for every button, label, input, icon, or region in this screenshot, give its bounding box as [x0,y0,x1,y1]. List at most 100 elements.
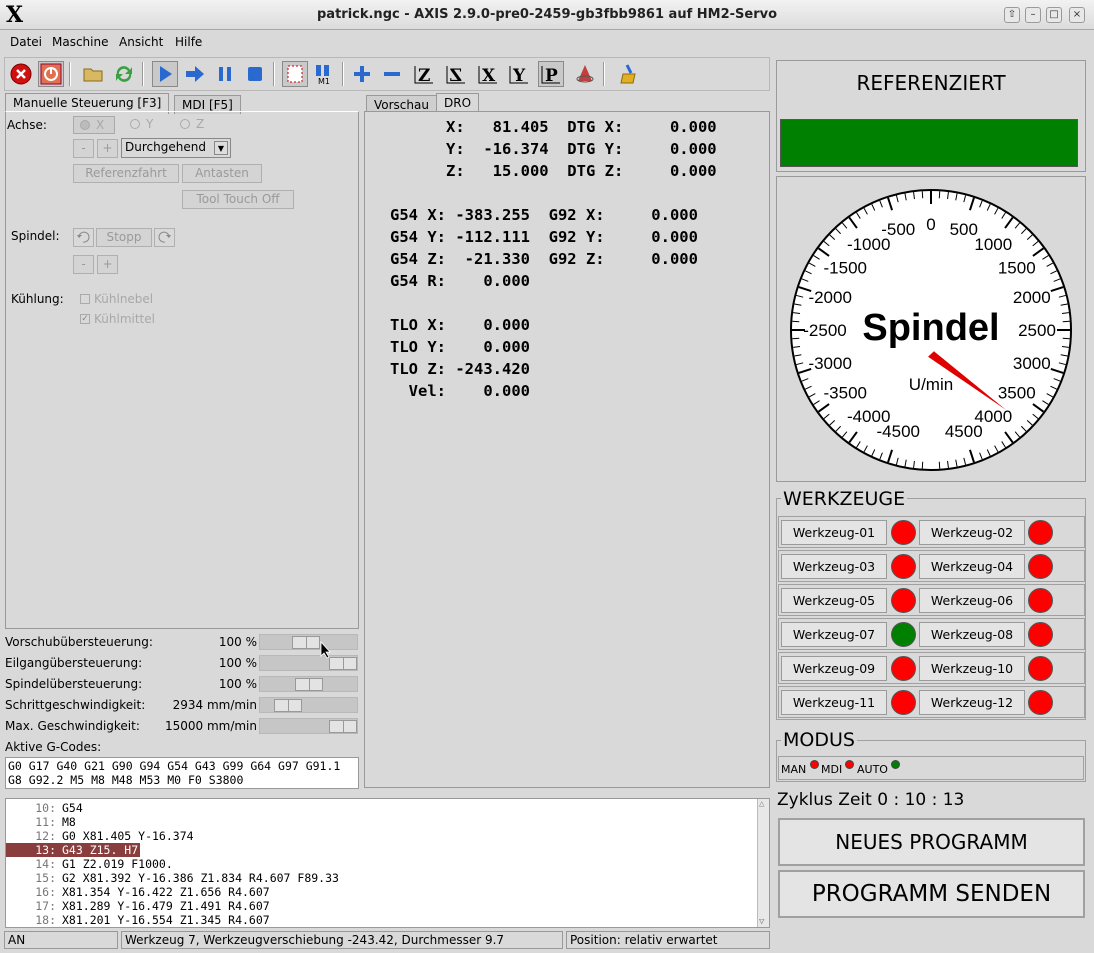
spindle-cw-icon[interactable] [154,228,175,247]
estop-icon[interactable] [8,61,34,87]
tool-button[interactable]: Werkzeug-08 [919,622,1025,647]
tool-button[interactable]: Werkzeug-01 [781,520,887,545]
modus-auto-label: AUTO [857,763,888,776]
view-z2-icon[interactable]: Z [443,61,469,87]
tool-row: Werkzeug-11 Werkzeug-12 [778,686,1085,718]
block-delete-icon[interactable] [282,61,308,87]
rotate-view-icon[interactable] [572,61,598,87]
tool-button[interactable]: Werkzeug-11 [781,690,887,715]
step-icon[interactable] [182,61,208,87]
view-x-icon[interactable]: X [475,61,501,87]
slider-thumb[interactable] [329,657,357,670]
spindle-ccw-icon[interactable] [73,228,94,247]
send-program-button[interactable]: PROGRAMM SENDEN [778,870,1085,918]
menu-maschine[interactable]: Maschine [52,35,108,49]
gauge-tick-label: 3000 [1013,354,1051,373]
menu-datei[interactable]: Datei [10,35,42,49]
close-window-icon[interactable]: × [1069,7,1085,23]
tool-button[interactable]: Werkzeug-03 [781,554,887,579]
zoom-out-icon[interactable] [379,61,405,87]
axis-z-radio[interactable]: Z [179,116,219,134]
tool-status-led [891,554,916,579]
menu-hilfe[interactable]: Hilfe [175,35,202,49]
new-program-button[interactable]: NEUES PROGRAMM [778,818,1085,866]
tool-button[interactable]: Werkzeug-06 [919,588,1025,613]
override-slider[interactable] [259,718,358,734]
scrollbar[interactable]: △ ▽ [757,799,769,927]
code-line[interactable]: 11: M8 [6,815,746,829]
maximize-icon[interactable]: □ [1046,7,1062,23]
shade-icon[interactable]: ⇧ [1004,7,1020,23]
view-p-icon[interactable]: P [538,61,564,87]
line-text: G43 Z15. H7 [62,843,139,857]
axis-x-radio[interactable]: X [73,116,115,134]
homed-indicator [780,119,1078,167]
pause-icon[interactable] [212,61,238,87]
view-z-icon[interactable]: Z [411,61,437,87]
tool-button[interactable]: Werkzeug-10 [919,656,1025,681]
minimize-icon[interactable]: – [1025,7,1041,23]
stop-icon[interactable] [242,61,268,87]
view-y-icon[interactable]: Y [506,61,532,87]
slider-thumb[interactable] [274,699,302,712]
chevron-down-icon: ▼ [214,141,228,155]
code-line[interactable]: 17: X81.289 Y-16.479 Z1.491 R4.607 [6,899,746,913]
override-label: Eilgangübersteuerung: [5,656,143,670]
scroll-down-icon[interactable]: ▽ [759,917,764,927]
svg-text:X: X [482,66,496,85]
flood-checkbox[interactable]: ✓ Kühlmittel [80,312,170,328]
dro-row: TLO Z: -243.420 [390,360,530,378]
clear-backplot-icon[interactable] [615,61,641,87]
code-line[interactable]: 18: X81.201 Y-16.554 Z1.345 R4.607 [6,913,746,927]
code-line[interactable]: 13: G43 Z15. H7 [6,843,140,857]
jog-mode-select[interactable]: Durchgehend ▼ [121,138,231,158]
jog-minus-button[interactable]: - [73,139,94,158]
mist-checkbox[interactable]: Kühlnebel [80,292,170,308]
tool-button[interactable]: Werkzeug-09 [781,656,887,681]
machine-power-icon[interactable] [38,61,64,87]
scroll-up-icon[interactable]: △ [759,799,764,809]
spindle-plus-button[interactable]: + [97,255,118,274]
gcode-listing[interactable]: △ ▽ 10: G54 11: M8 12: G0 X81.405 Y-16.374 13:… [5,798,770,928]
home-button[interactable]: Referenzfahrt [73,164,179,183]
dro-row: TLO Y: 0.000 [390,338,530,356]
spindle-minus-button[interactable]: - [73,255,94,274]
code-line[interactable]: 10: G54 [6,801,746,815]
spindle-stop-button[interactable]: Stopp [96,228,152,247]
tool-button[interactable]: Werkzeug-07 [781,622,887,647]
code-line[interactable]: 12: G0 X81.405 Y-16.374 [6,829,746,843]
override-slider[interactable] [259,634,358,650]
open-folder-icon[interactable] [80,61,106,87]
modus-auto-led [891,760,900,769]
tool-touch-off-button[interactable]: Tool Touch Off [182,190,294,209]
zoom-in-icon[interactable] [349,61,375,87]
dro-panel: X: 81.405 DTG X: 0.000 Y: -16.374 DTG Y:… [364,111,770,788]
optional-stop-icon[interactable]: M1 [310,61,336,87]
gauge-tick-label: 2000 [1013,288,1051,307]
code-line[interactable]: 16: X81.354 Y-16.422 Z1.656 R4.607 [6,885,746,899]
tool-row: Werkzeug-01 Werkzeug-02 [778,516,1085,548]
jog-plus-button[interactable]: + [97,139,118,158]
override-slider[interactable] [259,697,358,713]
modus-mdi-led [845,760,854,769]
slider-thumb[interactable] [292,636,320,649]
menu-ansicht[interactable]: Ansicht [119,35,163,49]
tool-status-led [1028,656,1053,681]
gauge-title: Spindel [862,307,999,349]
touch-off-button[interactable]: Antasten [182,164,262,183]
slider-thumb[interactable] [295,678,323,691]
gauge-tick-label: -2000 [808,288,851,307]
override-slider[interactable] [259,676,358,692]
slider-thumb[interactable] [329,720,357,733]
tool-button[interactable]: Werkzeug-05 [781,588,887,613]
axis-y-radio[interactable]: Y [129,116,169,134]
reload-icon[interactable] [111,61,137,87]
tool-button[interactable]: Werkzeug-04 [919,554,1025,579]
line-text: X81.354 Y-16.422 Z1.656 R4.607 [62,885,270,899]
code-line[interactable]: 14: G1 Z2.019 F1000. [6,857,746,871]
tool-button[interactable]: Werkzeug-12 [919,690,1025,715]
code-line[interactable]: 15: G2 X81.392 Y-16.386 Z1.834 R4.607 F89… [6,871,746,885]
run-icon[interactable] [152,61,178,87]
tool-button[interactable]: Werkzeug-02 [919,520,1025,545]
override-slider[interactable] [259,655,358,671]
